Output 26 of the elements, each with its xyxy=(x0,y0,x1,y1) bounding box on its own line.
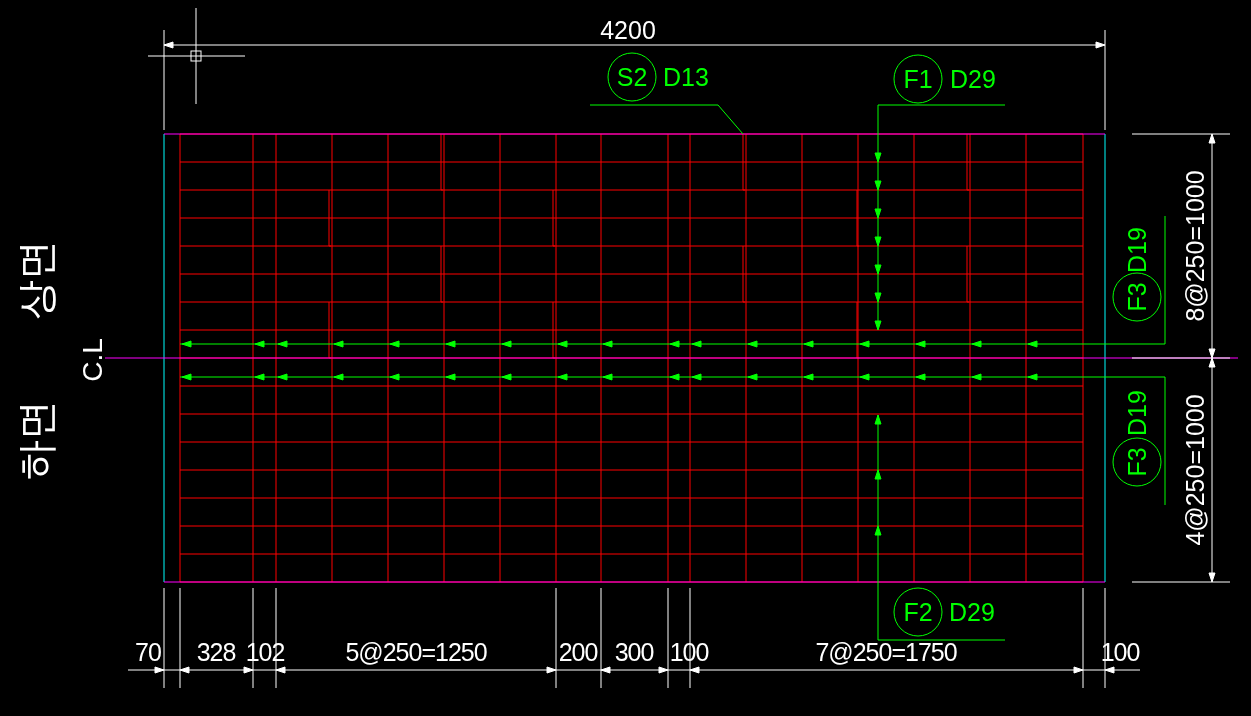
bar-mark-bubble: S2 xyxy=(607,52,657,102)
dimension-label: 8@250=1000 xyxy=(1181,170,1209,322)
bar-mark-bubble: F2 xyxy=(893,587,943,637)
dimension-label: 4@250=1000 xyxy=(1181,394,1209,546)
dimension-label: 102 xyxy=(245,638,285,666)
side-label: 하면 xyxy=(14,400,58,480)
side-label: 상면 xyxy=(14,240,58,320)
dimension-label: 100 xyxy=(1100,638,1140,666)
bar-size-label: D13 xyxy=(663,63,709,91)
bar-mark-bubble: F1 xyxy=(893,54,943,104)
dimension-label: 5@250=1250 xyxy=(345,638,487,666)
dimension-label: 70 xyxy=(135,638,161,666)
dimension-label: 300 xyxy=(614,638,654,666)
dimension-label: 4200 xyxy=(600,16,656,44)
bar-size-label: D19 xyxy=(1123,390,1151,436)
bar-mark-bubble: F3 xyxy=(1112,437,1162,487)
dimension-label: 328 xyxy=(196,638,236,666)
crosshair-cursor-icon xyxy=(147,7,246,105)
dimension-label: 100 xyxy=(669,638,709,666)
bar-size-label: D19 xyxy=(1123,227,1151,273)
centerline-label: C.L xyxy=(77,338,108,382)
bar-mark-bubble: F3 xyxy=(1112,272,1162,322)
bar-size-label: D29 xyxy=(949,598,995,626)
dimension-label: 7@250=1750 xyxy=(815,638,957,666)
bar-size-label: D29 xyxy=(950,65,996,93)
dimension-label: 200 xyxy=(558,638,598,666)
